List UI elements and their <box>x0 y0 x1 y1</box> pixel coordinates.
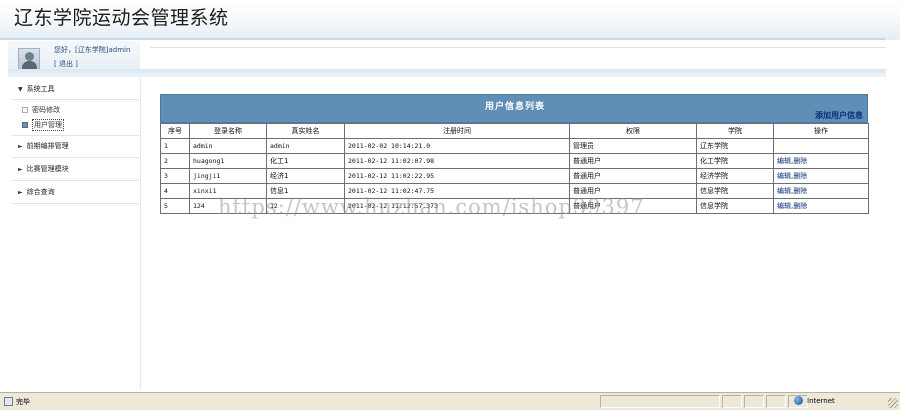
sidebar: ▼ 系统工具 密码修改 用户管理 ► 前期编排管理 ► 比赛管理模块 ► 综合查… <box>8 77 141 390</box>
watermark-text: https://www.huzhan.com/ishop39397 <box>218 195 645 219</box>
row-actions: 编辑,删除 <box>773 183 869 199</box>
delete-link[interactable]: 删除 <box>793 157 807 165</box>
sidebar-section-query[interactable]: ► 综合查询 <box>8 182 141 202</box>
column-header: 序号 <box>160 123 190 139</box>
status-bar: 完毕 Internet <box>0 392 900 410</box>
edit-link[interactable]: 编辑 <box>777 187 791 195</box>
page-icon <box>4 397 13 406</box>
status-text: 完毕 <box>16 397 30 406</box>
app-header: 辽东学院运动会管理系统 <box>0 0 900 40</box>
row-actions: 编辑,删除 <box>773 198 869 214</box>
table-header-row: 序号 登录名称 真实姓名 注册时间 权限 学院 操作 <box>160 123 869 139</box>
header-divider <box>0 38 885 40</box>
triangle-down-icon: ▼ <box>18 85 23 93</box>
delete-link[interactable]: 删除 <box>793 172 807 180</box>
app-title: 辽东学院运动会管理系统 <box>14 7 229 29</box>
resize-grip[interactable] <box>888 398 898 408</box>
security-zone: Internet <box>794 396 835 405</box>
table-row: 1 admin admin 2011-02-02 10:14:21.0 管理员 … <box>160 138 869 154</box>
edit-link[interactable]: 编辑 <box>777 172 791 180</box>
edit-link[interactable]: 编辑 <box>777 202 791 210</box>
top-strip <box>8 69 886 77</box>
add-user-link[interactable]: 添加用户信息 <box>815 110 863 121</box>
sidebar-section-label: 系统工具 <box>26 85 55 93</box>
square-bullet-icon <box>22 122 28 128</box>
delete-link[interactable]: 删除 <box>793 187 807 195</box>
triangle-right-icon: ► <box>18 165 23 173</box>
table-row: 2 huagong1 化工1 2011-02-12 11:02:07.98 普通… <box>160 153 869 169</box>
panel-header: 用户信息列表 添加用户信息 <box>160 94 868 123</box>
top-bar <box>150 47 886 69</box>
sidebar-item-user-management[interactable]: 用户管理 <box>22 119 64 131</box>
avatar <box>18 48 40 70</box>
delete-link[interactable]: 删除 <box>793 202 807 210</box>
row-actions: 编辑,删除 <box>773 153 869 169</box>
square-bullet-icon <box>22 107 28 113</box>
logout-link[interactable]: [ 退出 ] <box>54 59 78 69</box>
triangle-right-icon: ► <box>18 142 23 150</box>
user-icon <box>25 52 34 61</box>
sidebar-section-competition[interactable]: ► 比赛管理模块 <box>8 159 141 179</box>
row-actions: 编辑,删除 <box>773 168 869 184</box>
user-greeting: 您好，[辽东学院]admin <box>54 46 131 54</box>
column-header: 权限 <box>569 123 697 139</box>
table-row: 3 jingji1 经济1 2011-02-12 11:02:22.95 普通用… <box>160 168 869 184</box>
row-actions <box>773 138 869 154</box>
edit-link[interactable]: 编辑 <box>777 157 791 165</box>
triangle-right-icon: ► <box>18 188 23 196</box>
column-header: 真实姓名 <box>266 123 345 139</box>
column-header: 操作 <box>773 123 869 139</box>
panel-title: 用户信息列表 <box>484 102 545 112</box>
sidebar-item-password[interactable]: 密码修改 <box>22 104 60 116</box>
column-header: 注册时间 <box>344 123 570 139</box>
column-header: 登录名称 <box>189 123 267 139</box>
sidebar-section-scheduling[interactable]: ► 前期编排管理 <box>8 136 141 156</box>
globe-icon <box>794 396 803 405</box>
column-header: 学院 <box>696 123 774 139</box>
status-panes <box>600 395 810 408</box>
sidebar-section-system-tools[interactable]: ▼ 系统工具 <box>8 79 141 99</box>
